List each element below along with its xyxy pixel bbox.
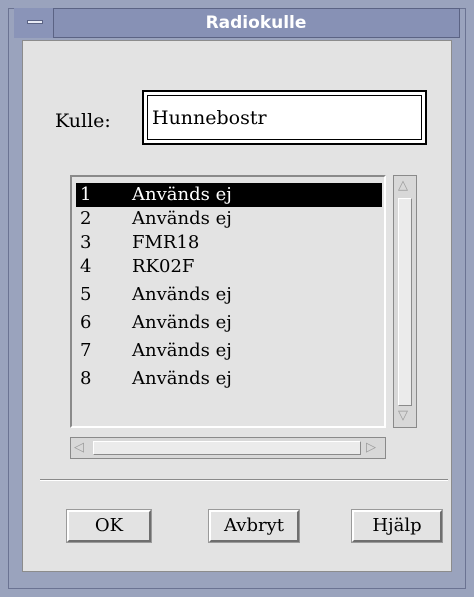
list-item-text: Används ej: [132, 312, 232, 333]
list-item-text: Används ej: [132, 340, 232, 361]
list-item[interactable]: 8 Används ej: [76, 367, 382, 391]
scroll-down-arrow-icon[interactable]: ▽: [398, 409, 408, 422]
separator: [40, 479, 448, 481]
kulle-input-value: Hunnebostr: [152, 107, 267, 129]
list-item-number: 4: [80, 256, 92, 277]
list-item-number: 7: [80, 340, 92, 361]
scroll-up-arrow-icon[interactable]: △: [398, 179, 408, 192]
help-button[interactable]: Hjälp: [351, 509, 443, 543]
list-item-number: 8: [80, 368, 92, 389]
list-item-number: 6: [80, 312, 92, 333]
list-item-text: Används ej: [132, 184, 232, 205]
list-item-text: Används ej: [132, 368, 232, 389]
window-menu-icon: [27, 20, 43, 24]
list-item[interactable]: 2 Används ej: [76, 207, 382, 231]
scroll-left-arrow-icon[interactable]: ◁: [74, 441, 84, 454]
horizontal-scrollbar[interactable]: ◁ ▷: [70, 437, 386, 459]
horizontal-scroll-thumb[interactable]: [93, 441, 361, 455]
list-item[interactable]: 6 Används ej: [76, 311, 382, 335]
list-item[interactable]: 4 RK02F: [76, 255, 382, 279]
list-item-number: 2: [80, 208, 92, 229]
list-item-text: Används ej: [132, 284, 232, 305]
ok-button[interactable]: OK: [66, 509, 152, 543]
scroll-right-arrow-icon[interactable]: ▷: [366, 441, 376, 454]
vertical-scrollbar[interactable]: △ ▽: [393, 175, 417, 428]
list-item[interactable]: 5 Används ej: [76, 283, 382, 307]
list-item[interactable]: 7 Används ej: [76, 339, 382, 363]
list-item-number: 3: [80, 232, 92, 253]
list-item[interactable]: 3 FMR18: [76, 231, 382, 255]
list-item-number: 1: [80, 184, 92, 205]
channel-list[interactable]: 1 Används ej 2 Används ej 3 FMR18 4 RK02…: [70, 175, 386, 428]
kulle-label: Kulle:: [55, 110, 111, 132]
list-item-text: Används ej: [132, 208, 232, 229]
list-item-text: FMR18: [132, 232, 200, 253]
cancel-button[interactable]: Avbryt: [208, 509, 300, 543]
kulle-input[interactable]: Hunnebostr: [142, 90, 427, 145]
list-item[interactable]: 1 Används ej: [76, 183, 382, 207]
list-item-number: 5: [80, 284, 92, 305]
list-item-text: RK02F: [132, 256, 195, 277]
vertical-scroll-thumb[interactable]: [398, 198, 412, 406]
window-title: Radiokulle: [205, 13, 307, 33]
